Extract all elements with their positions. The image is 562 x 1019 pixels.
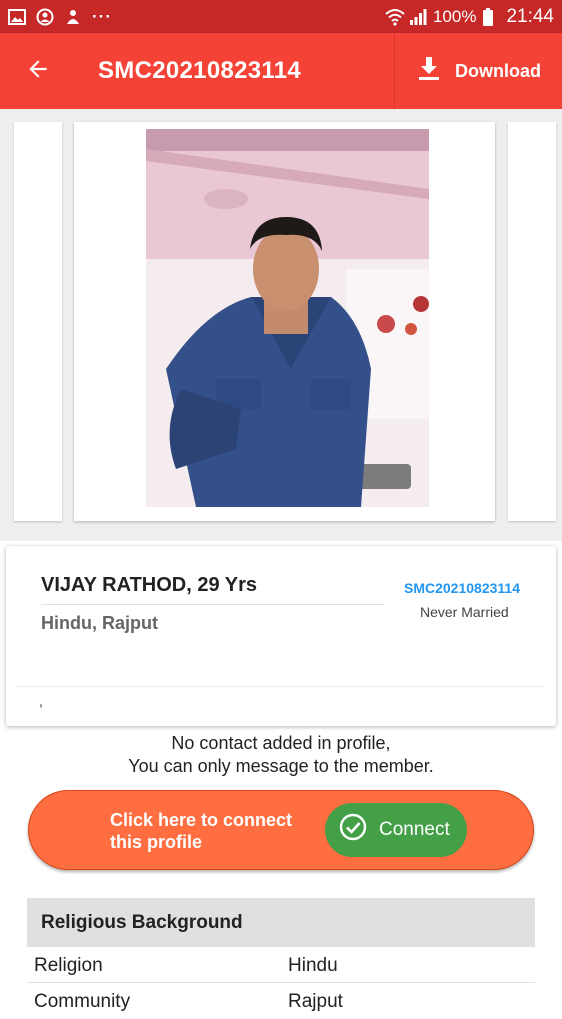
contact-note-line1: No contact added in profile, bbox=[171, 733, 391, 753]
more-notifications-icon: ··· bbox=[92, 6, 112, 26]
connect-prompt-line1: Click here to connect bbox=[110, 810, 293, 830]
profile-summary-card: VIJAY RATHOD, 29 Yrs Hindu, Rajput SMC20… bbox=[6, 546, 556, 726]
marital-status: Never Married bbox=[420, 604, 509, 620]
row-value: Rajput bbox=[288, 991, 343, 1012]
connect-prompt-line2: this profile bbox=[110, 832, 203, 852]
profile-id: SMC20210823114 bbox=[404, 580, 520, 596]
row-key: Religion bbox=[34, 955, 103, 976]
row-value: Hindu bbox=[288, 955, 338, 976]
connect-button[interactable]: Connect bbox=[325, 803, 467, 857]
download-button[interactable]: Download bbox=[394, 33, 562, 109]
wifi-icon bbox=[385, 8, 405, 26]
row-key: Community bbox=[34, 991, 131, 1012]
current-photo-card[interactable] bbox=[74, 122, 495, 521]
download-label: Download bbox=[455, 60, 541, 81]
religious-background-header: Religious Background bbox=[27, 898, 535, 947]
connect-banner[interactable]: Click here to connect this profile Conne… bbox=[28, 790, 534, 870]
connect-prompt: Click here to connect this profile bbox=[110, 809, 292, 853]
back-button[interactable] bbox=[0, 33, 76, 109]
next-photo-card[interactable] bbox=[508, 122, 556, 521]
battery-percent: 100% bbox=[432, 6, 477, 26]
arrow-left-icon bbox=[25, 56, 51, 87]
profile-religion-caste: Hindu, Rajput bbox=[41, 613, 158, 633]
connect-button-label: Connect bbox=[379, 819, 450, 840]
profile-location: , bbox=[39, 693, 43, 709]
card-divider bbox=[16, 686, 546, 687]
photo-gallery[interactable] bbox=[0, 109, 562, 541]
table-row: Community Rajput bbox=[27, 983, 535, 1019]
account-notification-icon bbox=[36, 8, 54, 26]
clock: 21:44 bbox=[506, 5, 554, 27]
battery-icon bbox=[482, 7, 500, 26]
contact-note-line2: You can only message to the member. bbox=[128, 756, 434, 776]
download-icon bbox=[417, 56, 441, 87]
page-title: SMC20210823114 bbox=[98, 57, 302, 84]
profile-photo[interactable] bbox=[146, 129, 429, 507]
table-row: Religion Hindu bbox=[27, 947, 535, 983]
contact-note: No contact added in profile, You can onl… bbox=[0, 732, 562, 778]
previous-photo-card[interactable] bbox=[14, 122, 62, 521]
signal-icon bbox=[409, 8, 427, 26]
gallery-notification-icon bbox=[8, 8, 26, 26]
app-bar: SMC20210823114 Download bbox=[0, 33, 562, 109]
profile-name-age: VIJAY RATHOD, 29 Yrs bbox=[41, 574, 258, 596]
check-circle-icon bbox=[339, 813, 367, 847]
status-bar: ··· 100% 21:44 bbox=[0, 0, 562, 33]
app-notification-icon bbox=[64, 8, 82, 26]
name-divider bbox=[41, 604, 384, 605]
